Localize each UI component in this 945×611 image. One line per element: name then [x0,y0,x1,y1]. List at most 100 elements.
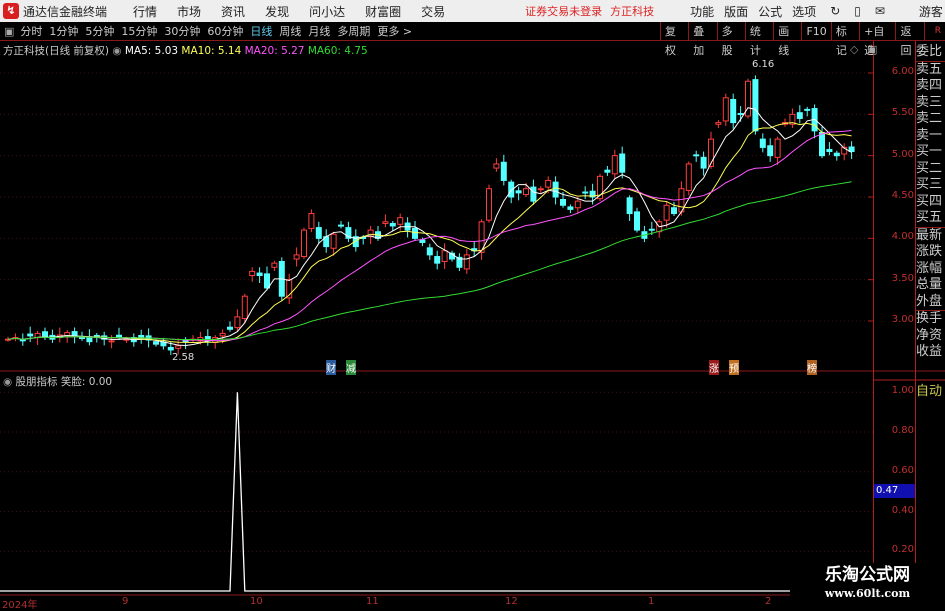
event-tag[interactable]: 减 [346,360,356,375]
candle-body [560,198,566,206]
quote-item: 总量 [916,277,943,292]
quote-item: 净资 [916,327,943,343]
kline-chart[interactable] [0,0,945,609]
candle-body [530,186,537,202]
candle-body [486,188,492,221]
candle-body [523,188,529,196]
indicator-tick-label: 0.40 [891,504,914,516]
price-tick-label: 5.50 [891,107,914,119]
quote-item: 卖五 [916,61,943,77]
candle-body [71,331,78,337]
candle-body [315,227,322,239]
ma20-line [7,129,852,342]
candle-body [271,262,278,268]
quote-item: 买四 [916,193,943,209]
date-tick-label: 10 [250,596,263,607]
candle-body [256,272,263,277]
candle-body [153,341,159,345]
candle-body [671,207,677,215]
candle-body [604,169,611,173]
indicator-name: 股朋指标 [15,376,58,388]
candle-body [426,247,433,256]
candle-body [219,332,226,337]
ma60-line [7,181,852,341]
quote-item: 换手 [916,311,943,326]
event-tag[interactable]: 财 [326,360,336,375]
candle-body [730,98,737,124]
date-tick-label: 9 [122,596,129,607]
candle-body [412,227,418,239]
candle-body [241,295,248,320]
indicator-settings-icon[interactable]: ◉ [3,376,12,388]
event-tag[interactable]: 预 [729,360,739,375]
candle-body [293,254,300,260]
quote-item: 外盘 [916,294,945,311]
candle-body [167,346,174,351]
quote-item: 买五 [916,210,945,228]
indicator-line [0,392,852,592]
panel-toggle-icon[interactable]: ▣ [867,43,877,56]
candle-body [175,345,182,349]
ma10-label: MA10: 5.14 [181,45,242,57]
indicator-tick-label: 1.00 [891,385,914,397]
low-price-label: 2.58 [172,352,195,363]
candle-body [774,138,781,158]
candle-body [700,156,707,169]
candle-body [138,334,145,339]
quote-item: 委比 [916,44,945,62]
quote-panel: 委比 卖五 卖四 卖三 卖二 卖一 买一 买二 买三 买四 买五 最新 涨跌 涨幅 总量 外盘 换手 净资 收益 [916,44,945,361]
candle-body [737,113,744,116]
candle-body [582,191,589,194]
date-tick-label: 12 [505,596,518,607]
candle-body [382,221,389,224]
quote-item: 买一 [916,144,943,159]
candle-body [249,270,256,277]
candle-body [819,132,825,157]
candle-body [301,229,307,258]
candle-body [264,273,270,289]
ma5-label: MA5: 5.03 [124,45,179,57]
quote-item: 买二 [916,160,943,176]
indicator-title-bar: ◉ 股朋指标 笑脸: 0.00 [3,374,112,389]
date-tick-label: 1 [648,596,655,607]
candle-body [79,337,85,340]
candle-body [759,138,766,148]
candle-body [715,122,722,125]
candle-body [108,340,115,343]
quote-item: 涨幅 [916,260,943,276]
candle-body [330,233,337,249]
date-tick-label: 2 [765,596,772,607]
quote-item: 收益 [916,344,943,359]
candle-body [663,204,670,221]
price-tick-label: 6.00 [891,66,914,77]
candle-body [389,222,396,227]
quote-item: 卖三 [916,94,943,110]
event-tag[interactable]: 涨 [709,360,719,375]
candle-body [463,254,470,270]
candle-body [574,200,581,209]
chart-title: 方正科技(日线 前复权) [3,45,110,57]
event-tag[interactable]: 榜 [807,360,817,375]
watermark: 乐淘公式网 www.60lt.com [790,563,945,609]
high-price-label: 6.16 [752,59,775,70]
candle-body [441,250,448,262]
candle-body [227,326,233,330]
candle-body [537,188,544,191]
diamond-icon[interactable]: ◇ [850,43,858,56]
chart-title-bar: 方正科技(日线 前复权) ◉ MA5: 5.03 MA10: 5.14 MA20… [3,43,368,58]
candle-body [338,224,344,227]
candle-body [515,190,522,194]
candle-body [833,152,840,157]
ma60-label: MA60: 4.75 [307,45,368,57]
auto-button[interactable]: 自动 [916,384,945,401]
price-tick-label: 3.50 [891,272,914,284]
quote-item: 卖二 [916,111,943,126]
candle-body [611,155,618,175]
candle-body [634,211,640,231]
candle-body [434,256,441,264]
candle-body [796,112,803,119]
candle-body [500,161,507,181]
price-tick-label: 4.00 [891,231,914,243]
indicator-value: 笑脸: 0.00 [60,376,113,388]
settings-icon[interactable]: ◉ [112,45,125,57]
